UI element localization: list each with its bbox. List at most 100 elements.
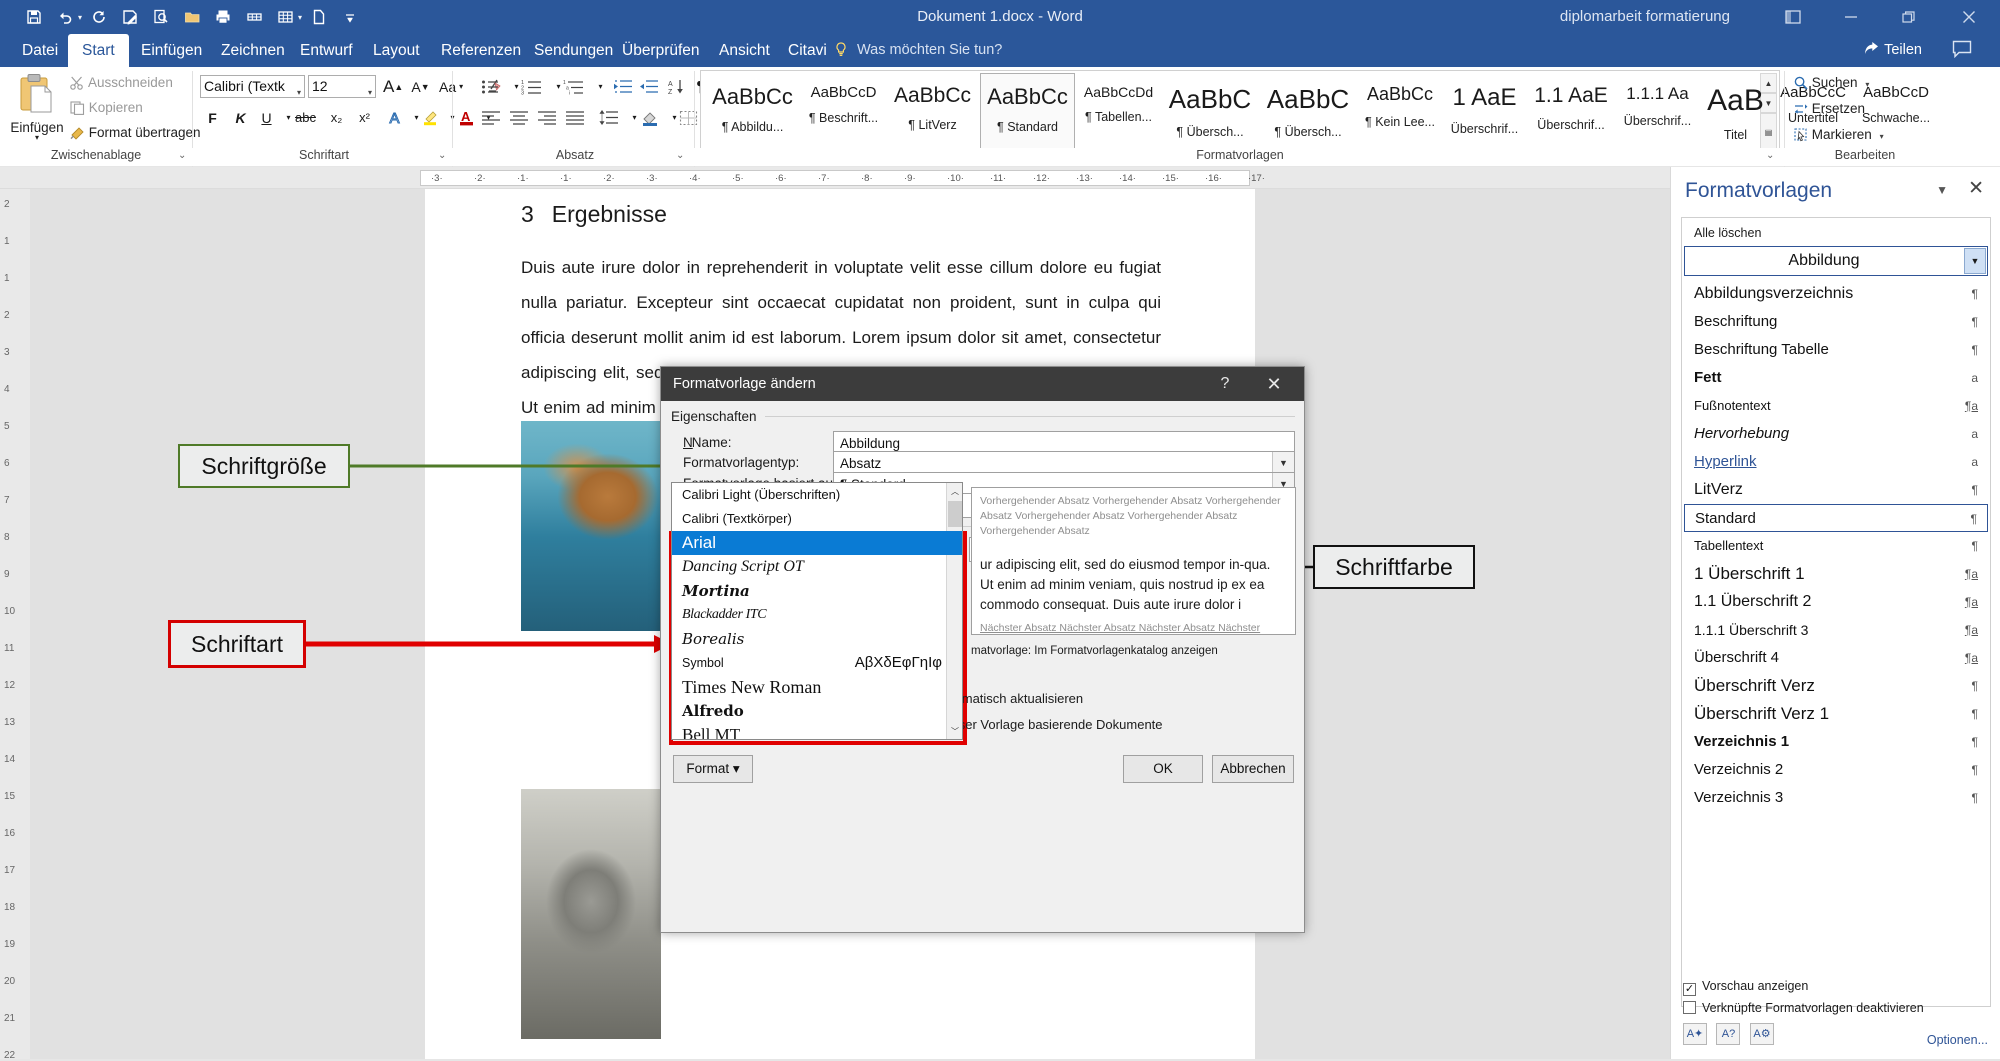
style-card-7[interactable]: AaBbCc¶ Kein Lee... xyxy=(1358,73,1442,151)
italic-button[interactable]: K xyxy=(228,105,253,130)
tab-referenzen[interactable]: Referenzen xyxy=(427,34,535,67)
tab-datei[interactable]: Datei xyxy=(8,34,72,67)
find-button[interactable]: Suchen ▾ xyxy=(1794,75,1869,90)
style-card-10[interactable]: 1.1.1 AaÜberschrif... xyxy=(1617,73,1698,151)
style-card-8[interactable]: 1 AaEÜberschrif... xyxy=(1444,73,1525,151)
selected-style-combo[interactable]: Abbildung ▼ xyxy=(1684,246,1988,276)
styles-pane-item-8[interactable]: Standard¶ xyxy=(1684,504,1988,532)
pane-close-icon[interactable]: ✕ xyxy=(1968,177,1984,200)
modify-style-dialog[interactable]: Formatvorlage ändern ? ✕ Eigenschaften N… xyxy=(660,366,1305,933)
table-dropdown-icon[interactable]: ▾ xyxy=(298,13,302,22)
align-left-icon[interactable] xyxy=(478,105,504,130)
tab-citavi[interactable]: Citavi xyxy=(774,34,841,67)
bold-button[interactable]: F xyxy=(200,105,225,130)
styles-pane-item-10[interactable]: 1 Überschrift 1¶a xyxy=(1684,560,1988,588)
styles-pane-item-17[interactable]: Verzeichnis 2¶ xyxy=(1684,756,1988,784)
styles-pane-item-5[interactable]: Hervorhebunga xyxy=(1684,420,1988,448)
tab-einfuegen[interactable]: Einfügen xyxy=(127,34,216,67)
paste-button[interactable]: Einfügen ▾ xyxy=(6,73,68,142)
styles-pane-item-6[interactable]: Hyperlinka xyxy=(1684,448,1988,476)
align-center-icon[interactable] xyxy=(506,105,532,130)
cancel-button[interactable]: Abbrechen xyxy=(1212,755,1294,783)
restore-icon[interactable] xyxy=(1880,0,1938,34)
save-icon[interactable] xyxy=(20,4,48,30)
increase-indent-icon[interactable] xyxy=(636,74,662,99)
open-folder-icon[interactable] xyxy=(178,4,206,30)
font-dialog-launcher-icon[interactable]: ⌄ xyxy=(438,150,446,161)
customize-qat-icon[interactable] xyxy=(336,4,364,30)
checkbox-icon[interactable]: ✓ xyxy=(1683,983,1696,996)
styles-pane-list[interactable]: Alle löschen Abbildung ▼ Abbildungsverze… xyxy=(1681,217,1991,1007)
close-icon[interactable] xyxy=(1938,0,2000,34)
account-name[interactable]: diplomarbeit formatierung xyxy=(1560,0,1730,34)
shading-icon[interactable] xyxy=(638,105,664,130)
dialog-help-icon[interactable]: ? xyxy=(1208,367,1242,401)
redo-icon[interactable] xyxy=(85,4,113,30)
font-option-alfredo[interactable]: Alfredo xyxy=(672,699,962,723)
paragraph-dialog-launcher-icon[interactable]: ⌄ xyxy=(676,150,684,161)
undo-dropdown-icon[interactable]: ▾ xyxy=(78,13,82,22)
replace-button[interactable]: Ersetzen xyxy=(1794,101,1865,116)
dialog-close-icon[interactable]: ✕ xyxy=(1254,367,1294,401)
styles-pane-item-11[interactable]: 1.1 Überschrift 2¶a xyxy=(1684,588,1988,616)
styles-pane-item-4[interactable]: Fußnotentext¶a xyxy=(1684,392,1988,420)
select-dropdown-icon[interactable]: ▾ xyxy=(1880,132,1884,141)
styles-pane-item-18[interactable]: Verzeichnis 3¶ xyxy=(1684,784,1988,812)
font-option-mortina[interactable]: Mortina xyxy=(672,579,962,603)
font-option-symbol[interactable]: Symbol ΑβΧδΕφΓηΙφ xyxy=(672,651,962,675)
print-preview-icon[interactable] xyxy=(147,4,175,30)
tab-entwurf[interactable]: Entwurf xyxy=(286,34,367,67)
bullet-list-icon[interactable] xyxy=(478,74,503,99)
font-option-calibri[interactable]: Calibri (Textkörper) xyxy=(672,507,962,531)
disable-linked-checkbox[interactable]: Verknüpfte Formatvorlagen deaktivieren xyxy=(1683,1001,1989,1015)
undo-icon[interactable] xyxy=(51,4,79,30)
shrink-font-button[interactable]: A▼ xyxy=(408,74,433,99)
font-size-input[interactable]: 12 ▾ xyxy=(308,75,376,98)
align-right-icon[interactable] xyxy=(534,105,560,130)
style-card-1[interactable]: AaBbCcD¶ Beschrift... xyxy=(802,73,885,151)
format-painter-button[interactable]: Format übertragen xyxy=(70,125,201,140)
selected-style-dropdown-icon[interactable]: ▼ xyxy=(1964,248,1986,274)
styles-pane-item-1[interactable]: Beschriftung¶ xyxy=(1684,308,1988,336)
ribbon-display-options-icon[interactable] xyxy=(1764,0,1822,34)
style-inspector-icon[interactable]: A? xyxy=(1716,1023,1740,1045)
style-card-2[interactable]: AaBbCc¶ LitVerz xyxy=(887,73,978,151)
font-name-input[interactable]: Calibri (Textk ▾ xyxy=(200,75,305,98)
print-icon[interactable] xyxy=(209,4,237,30)
styles-pane-item-16[interactable]: Verzeichnis 1¶ xyxy=(1684,728,1988,756)
styles-pane-item-7[interactable]: LitVerz¶ xyxy=(1684,476,1988,504)
comments-icon[interactable] xyxy=(1952,40,1972,63)
draw-table-icon[interactable] xyxy=(240,4,268,30)
tab-ueberpruefen[interactable]: Überprüfen xyxy=(608,34,714,67)
styles-pane-item-2[interactable]: Beschriftung Tabelle¶ xyxy=(1684,336,1988,364)
style-card-4[interactable]: AaBbCcDd¶ Tabellen... xyxy=(1077,73,1160,151)
sort-icon[interactable]: AZ xyxy=(664,74,689,99)
font-option-arial[interactable]: Arial xyxy=(672,531,962,555)
multilevel-list-icon[interactable]: 1ai xyxy=(560,74,587,99)
strikethrough-button[interactable]: abc xyxy=(292,105,319,130)
grow-font-button[interactable]: A▲ xyxy=(380,74,406,99)
font-dropdown-list[interactable]: ︿ ﹀ Calibri Light (Überschriften) Calibr… xyxy=(671,482,963,740)
style-card-3[interactable]: AaBbCc¶ Standard xyxy=(980,73,1075,151)
styles-pane-item-0[interactable]: Abbildungsverzeichnis¶ xyxy=(1684,280,1988,308)
styles-pane-item-15[interactable]: Überschrift Verz 1¶ xyxy=(1684,700,1988,728)
table-icon[interactable] xyxy=(271,4,299,30)
vertical-ruler[interactable]: 2112345678910111213141516171819202122 xyxy=(0,189,30,1059)
clear-all-button[interactable]: Alle löschen xyxy=(1694,226,1761,240)
styles-pane-item-12[interactable]: 1.1.1 Überschrift 3¶a xyxy=(1684,616,1988,644)
share-button[interactable]: Teilen xyxy=(1864,34,1922,67)
font-option-dancing-script[interactable]: Dancing Script OT xyxy=(672,555,962,579)
font-option-bell-mt[interactable]: Bell MT xyxy=(672,723,962,740)
font-name-dropdown-icon[interactable]: ▾ xyxy=(297,82,301,103)
subscript-button[interactable]: x₂ xyxy=(324,105,349,130)
styles-pane-item-13[interactable]: Überschrift 4¶a xyxy=(1684,644,1988,672)
tab-ansicht[interactable]: Ansicht xyxy=(705,34,784,67)
styles-pane-item-14[interactable]: Überschrift Verz¶ xyxy=(1684,672,1988,700)
pane-collapse-icon[interactable]: ▼ xyxy=(1936,183,1948,197)
borders-icon[interactable] xyxy=(676,105,701,130)
styles-pane-item-9[interactable]: Tabellentext¶ xyxy=(1684,532,1988,560)
font-option-borealis[interactable]: Borealis xyxy=(672,627,962,651)
tab-zeichnen[interactable]: Zeichnen xyxy=(207,34,299,67)
style-card-9[interactable]: 1.1 AaEÜberschrif... xyxy=(1527,73,1615,151)
decrease-indent-icon[interactable] xyxy=(610,74,636,99)
